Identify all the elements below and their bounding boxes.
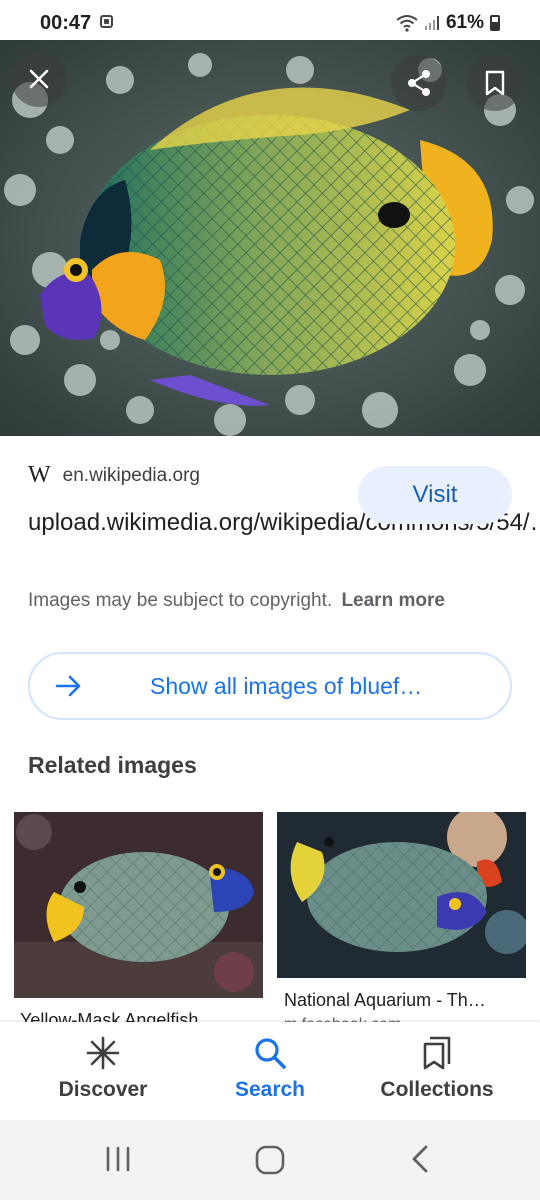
related-image-2[interactable]: [277, 812, 526, 978]
nav-discover-label: Discover: [58, 1078, 148, 1101]
bookmark-icon: [485, 70, 505, 96]
angelfish-image: [0, 40, 540, 436]
wifi-icon: [396, 15, 418, 32]
battery-icon: [490, 15, 500, 31]
share-button[interactable]: [391, 55, 447, 111]
source-domain: en.wikipedia.org: [62, 464, 200, 486]
arrow-right-icon: [55, 675, 81, 697]
notification-icon: [100, 15, 113, 28]
status-bar: 00:47 61%: [0, 0, 540, 44]
related-images-heading: Related images: [28, 752, 197, 778]
signal-icon: [424, 16, 439, 30]
show-all-label: Show all images of bluef…: [150, 672, 423, 699]
home-icon[interactable]: [254, 1144, 286, 1176]
related-image-1[interactable]: [14, 812, 263, 998]
wikipedia-logo-icon: W: [28, 462, 51, 488]
nav-search[interactable]: Search: [180, 1036, 360, 1102]
copyright-notice: Images may be subject to copyright. Lear…: [28, 590, 445, 612]
image-url-title[interactable]: upload.wikimedia.org/wikipedia/commons/5…: [28, 506, 540, 540]
status-time: 00:47: [40, 12, 92, 34]
recent-apps-icon[interactable]: [104, 1144, 132, 1174]
nav-discover[interactable]: Discover: [13, 1036, 193, 1102]
nav-collections[interactable]: Collections: [347, 1036, 527, 1102]
collections-icon: [423, 1036, 451, 1070]
close-button[interactable]: [11, 51, 67, 107]
save-button[interactable]: [467, 55, 523, 111]
visit-button[interactable]: Visit: [358, 466, 512, 524]
status-indicators: 61%: [396, 12, 500, 34]
nav-collections-label: Collections: [380, 1078, 494, 1101]
asterisk-icon: [86, 1036, 120, 1070]
related-caption-2[interactable]: National Aquarium - Th…: [284, 990, 486, 1011]
back-icon[interactable]: [408, 1144, 432, 1174]
share-icon: [408, 70, 430, 96]
system-navigation-bar: [0, 1120, 540, 1200]
source-row[interactable]: W en.wikipedia.org: [28, 462, 200, 489]
nav-search-label: Search: [234, 1078, 306, 1101]
battery-percent: 61%: [445, 12, 484, 33]
search-icon: [255, 1038, 286, 1069]
angelfish-thumb-1: [14, 812, 263, 998]
angelfish-thumb-2: [277, 812, 526, 978]
copyright-text: Images may be subject to copyright.: [28, 590, 333, 611]
learn-more-link[interactable]: Learn more: [341, 590, 444, 611]
show-all-images-button[interactable]: Show all images of bluef…: [28, 652, 512, 720]
close-icon: [29, 69, 49, 89]
main-image[interactable]: [0, 40, 540, 436]
bottom-navigation: Discover Search Collections: [0, 1022, 540, 1120]
